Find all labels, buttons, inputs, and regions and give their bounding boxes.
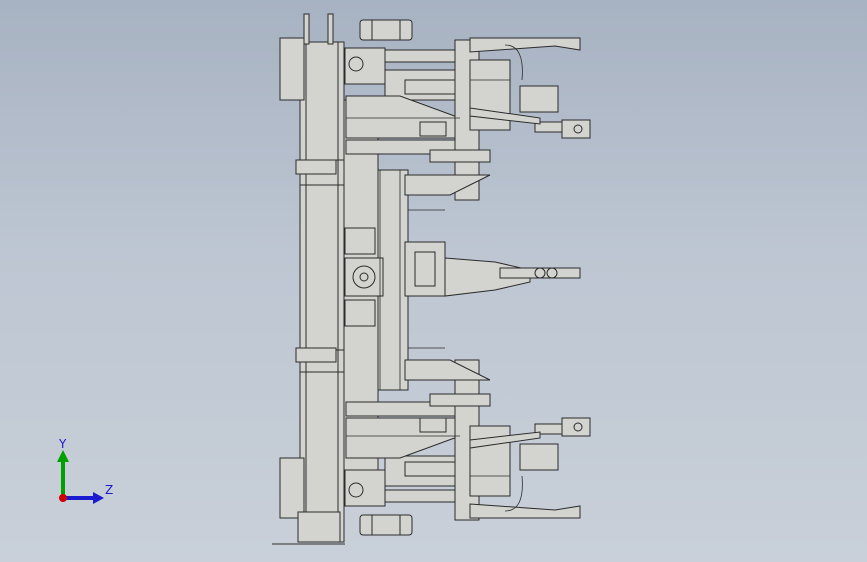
z-axis-label: Z (105, 483, 113, 497)
z-axis-arrowhead (93, 492, 104, 504)
top-cylinder (359, 19, 413, 41)
y-axis-arrowhead (57, 450, 69, 462)
y-axis-label: Y (58, 437, 67, 451)
bottom-finger (469, 503, 581, 519)
coordinate-triad: Y Z (57, 437, 113, 504)
graphics-viewport[interactable]: Y Z (0, 0, 867, 562)
top-mount-plate (279, 37, 305, 101)
origin-dot (59, 494, 67, 502)
top-finger (469, 37, 581, 53)
bottom-cylinder (359, 514, 413, 536)
cad-assembly-model[interactable] (0, 0, 867, 562)
main-frame-beam (299, 41, 345, 543)
bottom-mount-plate (279, 457, 305, 519)
